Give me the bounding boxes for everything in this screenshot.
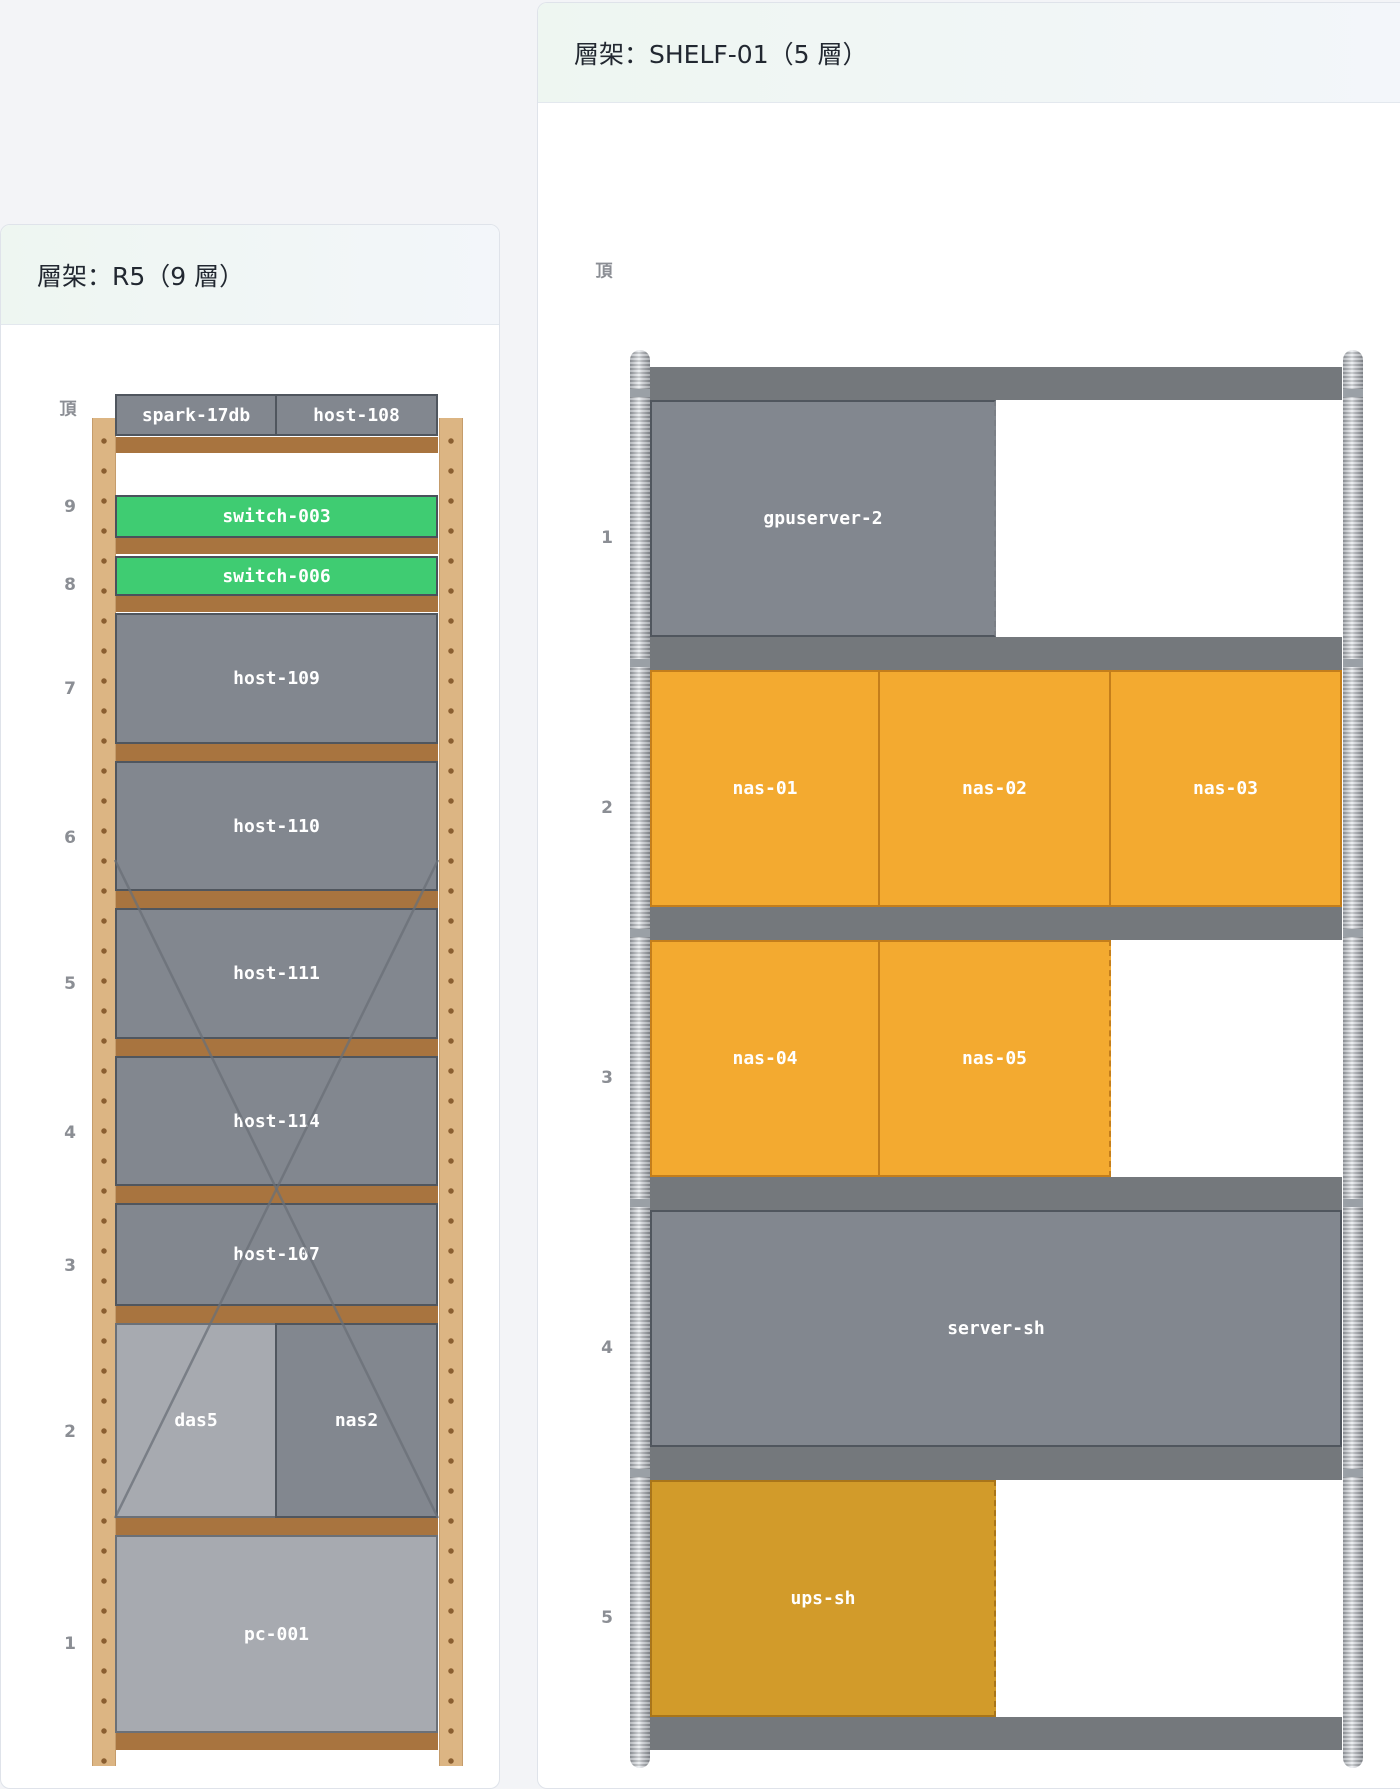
device-host-111[interactable]: host-111 xyxy=(115,908,438,1039)
post-band xyxy=(1343,929,1363,937)
rack-shelf xyxy=(116,1186,438,1203)
post-band xyxy=(630,389,650,397)
rack-post-left xyxy=(630,350,650,1768)
top-label: 頂 xyxy=(595,261,613,282)
post-band xyxy=(1343,389,1363,397)
rack-shelf xyxy=(116,1306,438,1323)
rack-shelf xyxy=(116,744,438,761)
device-gpuserver-2[interactable]: gpuserver-2 xyxy=(650,400,996,637)
device-pc-001[interactable]: pc-001 xyxy=(115,1535,438,1733)
level-label-2: 2 xyxy=(601,798,613,818)
device-host-114[interactable]: host-114 xyxy=(115,1056,438,1186)
device-nas-04[interactable]: nas-04 xyxy=(650,940,880,1177)
rack-shelf xyxy=(648,367,1342,400)
rack-shelf xyxy=(116,595,438,612)
rack-title: 層架：R5（9 層） xyxy=(1,225,499,325)
rack-shelf xyxy=(648,637,1342,670)
rack-post-left xyxy=(92,418,116,1766)
device-nas-05[interactable]: nas-05 xyxy=(878,940,1111,1177)
level-label-5: 5 xyxy=(64,974,76,994)
post-band xyxy=(630,659,650,667)
rack-shelf xyxy=(116,1518,438,1535)
rack-post-right xyxy=(1343,350,1363,1768)
post-band xyxy=(1343,1199,1363,1207)
rack-shelf xyxy=(648,907,1342,940)
level-label-8: 8 xyxy=(64,575,76,595)
level-label-4: 4 xyxy=(64,1123,76,1143)
rack-shelf xyxy=(116,437,438,453)
device-switch-006[interactable]: switch-006 xyxy=(115,556,438,596)
level-label-4: 4 xyxy=(601,1338,613,1358)
level-label-2: 2 xyxy=(64,1422,76,1442)
rack-shelf xyxy=(116,1039,438,1056)
device-nas-02[interactable]: nas-02 xyxy=(878,670,1111,907)
level-label-9: 9 xyxy=(64,497,76,517)
rack-shelf xyxy=(116,891,438,908)
post-band xyxy=(630,1199,650,1207)
device-host-109[interactable]: host-109 xyxy=(115,613,438,744)
device-server-sh[interactable]: server-sh xyxy=(650,1210,1342,1447)
level-label-6: 6 xyxy=(64,828,76,848)
post-band xyxy=(1343,1469,1363,1477)
rack-shelf xyxy=(648,1447,1342,1480)
post-band xyxy=(630,929,650,937)
device-switch-003[interactable]: switch-003 xyxy=(115,495,438,538)
level-label-1: 1 xyxy=(64,1634,76,1654)
device-spark-17db[interactable]: spark-17db xyxy=(115,394,277,436)
device-nas2[interactable]: nas2 xyxy=(275,1323,438,1518)
device-nas-03[interactable]: nas-03 xyxy=(1109,670,1342,907)
rack-shelf xyxy=(648,1717,1342,1750)
rack-title: 層架：SHELF-01（5 層） xyxy=(538,3,1400,103)
level-label-3: 3 xyxy=(64,1256,76,1276)
rack-shelf xyxy=(116,537,438,554)
device-nas-01[interactable]: nas-01 xyxy=(650,670,880,907)
level-label-5: 5 xyxy=(601,1608,613,1628)
device-ups-sh[interactable]: ups-sh xyxy=(650,1480,996,1717)
level-label-3: 3 xyxy=(601,1068,613,1088)
rack-post-right xyxy=(439,418,463,1766)
top-label: 頂 xyxy=(59,399,77,420)
post-band xyxy=(630,1469,650,1477)
level-label-1: 1 xyxy=(601,528,613,548)
device-host-107[interactable]: host-107 xyxy=(115,1203,438,1306)
device-das5[interactable]: das5 xyxy=(115,1323,277,1518)
post-band xyxy=(1343,659,1363,667)
rack-shelf xyxy=(116,1733,438,1750)
rack-shelf xyxy=(648,1177,1342,1210)
device-host-110[interactable]: host-110 xyxy=(115,761,438,891)
level-label-7: 7 xyxy=(64,679,76,699)
device-host-108[interactable]: host-108 xyxy=(275,394,438,436)
